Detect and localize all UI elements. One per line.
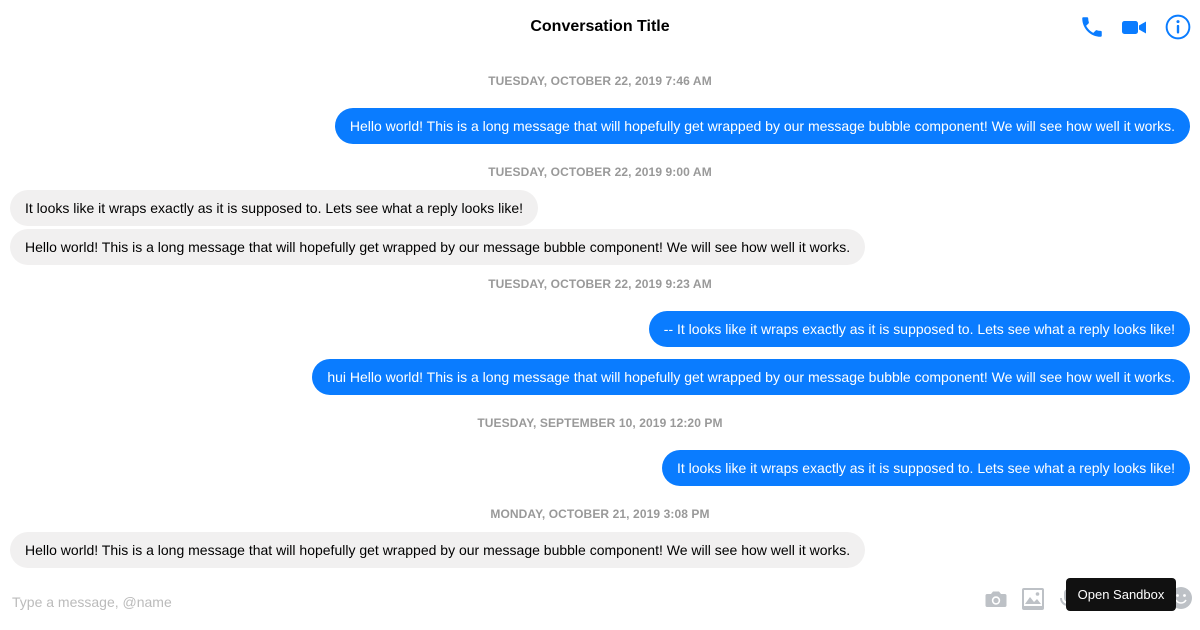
- message-input[interactable]: [10, 588, 614, 616]
- timestamp: TUESDAY, OCTOBER 22, 2019 9:23 AM: [488, 277, 712, 291]
- image-icon[interactable]: [1020, 586, 1046, 612]
- outgoing-message-bubble[interactable]: hui Hello world! This is a long message …: [312, 359, 1190, 395]
- timestamp: TUESDAY, OCTOBER 22, 2019 7:46 AM: [488, 74, 712, 88]
- incoming-message-bubble[interactable]: It looks like it wraps exactly as it is …: [10, 190, 539, 226]
- incoming-message-bubble[interactable]: Hello world! This is a long message that…: [10, 229, 866, 265]
- outgoing-message-bubble[interactable]: It looks like it wraps exactly as it is …: [661, 450, 1190, 486]
- incoming-message-bubble[interactable]: Hello world! This is a long message that…: [10, 532, 866, 568]
- message-list: TUESDAY, OCTOBER 22, 2019 7:46 AM Hello …: [0, 0, 1200, 580]
- outgoing-message-bubble[interactable]: Hello world! This is a long message that…: [334, 108, 1190, 144]
- timestamp: TUESDAY, OCTOBER 22, 2019 9:00 AM: [488, 165, 712, 179]
- message-composer: [0, 580, 1200, 630]
- timestamp: TUESDAY, SEPTEMBER 10, 2019 12:20 PM: [477, 416, 723, 430]
- camera-icon[interactable]: [983, 586, 1009, 612]
- outgoing-message-bubble[interactable]: -- It looks like it wraps exactly as it …: [648, 311, 1190, 347]
- timestamp: MONDAY, OCTOBER 21, 2019 3:08 PM: [490, 507, 710, 521]
- open-sandbox-button[interactable]: Open Sandbox: [1066, 578, 1176, 611]
